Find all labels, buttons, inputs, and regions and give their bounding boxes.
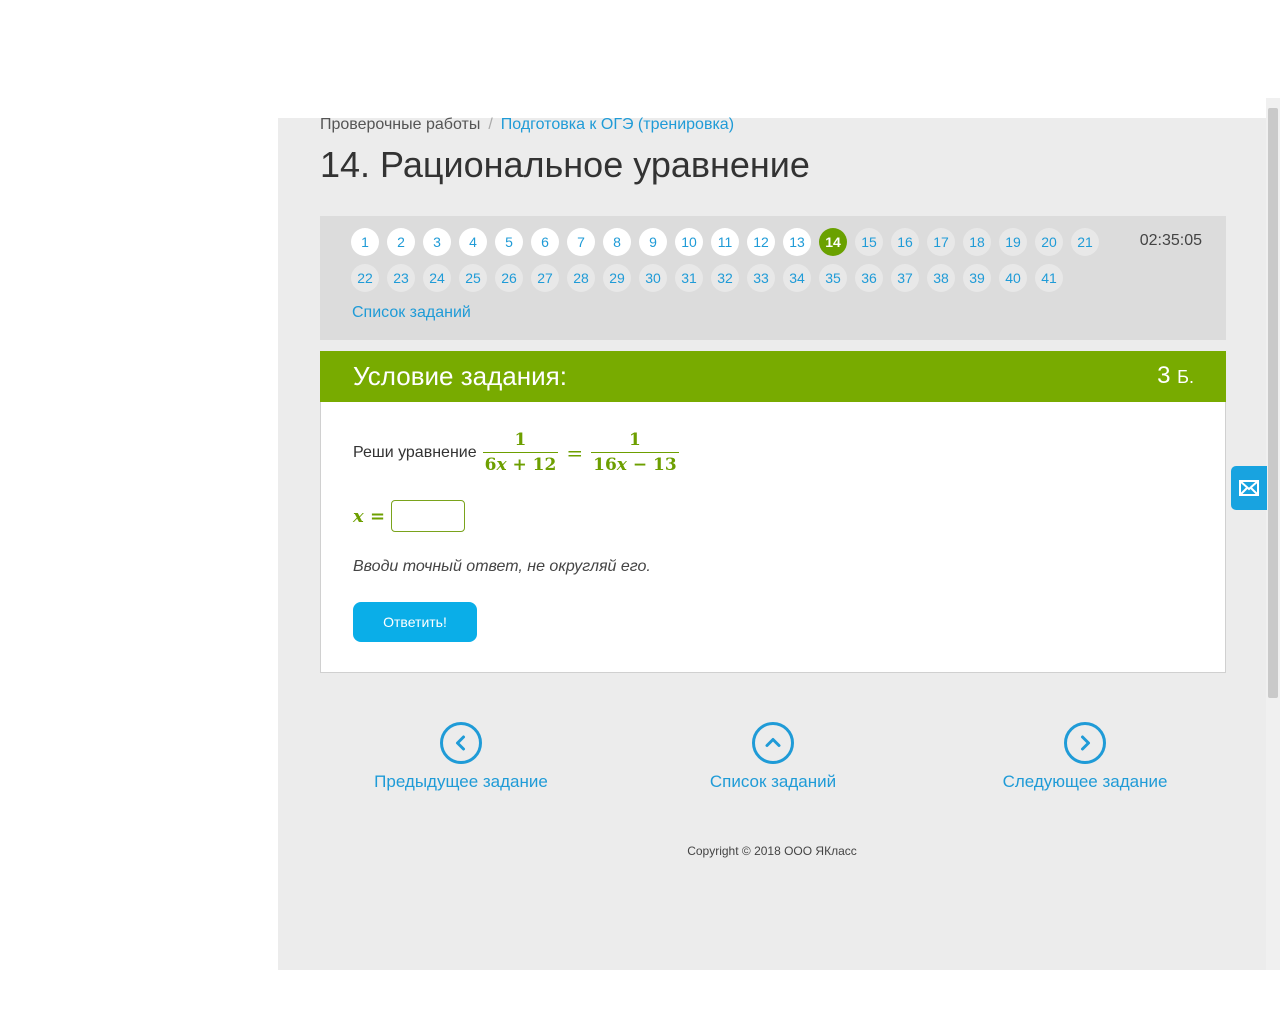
task-number-30[interactable]: 30 [639,264,667,292]
prev-task-nav[interactable]: Предыдущее задание [331,722,591,792]
page-title: 14. Рациональное уравнение [320,144,810,185]
chevron-up-circle-icon[interactable] [752,722,794,764]
task-number-20[interactable]: 20 [1035,228,1063,256]
task-number-11[interactable]: 11 [711,228,739,256]
task-number-4[interactable]: 4 [459,228,487,256]
condition-points: 3 Б. [1157,362,1194,390]
page-scrollbar[interactable] [1266,98,1280,970]
task-number-32[interactable]: 32 [711,264,739,292]
lhs-den-var: x [496,455,507,475]
task-navigation-panel: 1 2 3 4 5 6 7 8 9 10 11 12 13 14 15 16 17 18 19 20 21 22 23 24… [320,216,1226,340]
points-value: 3 [1157,362,1171,389]
envelope-icon [1239,480,1259,496]
task-number-14[interactable]: 14 [819,228,847,256]
task-number-3[interactable]: 3 [423,228,451,256]
breadcrumb-separator: / [488,116,493,133]
fraction-left-numerator: 1 [514,430,527,450]
task-number-40[interactable]: 40 [999,264,1027,292]
fraction-right: 1 16x − 13 [591,430,679,475]
fraction-left: 1 6x + 12 [482,430,559,475]
prev-task-label[interactable]: Предыдущее задание [331,772,591,792]
task-number-37[interactable]: 37 [891,264,919,292]
task-number-27[interactable]: 27 [531,264,559,292]
task-number-2[interactable]: 2 [387,228,415,256]
task-list-nav[interactable]: Список заданий [643,722,903,792]
task-number-12[interactable]: 12 [747,228,775,256]
task-number-21[interactable]: 21 [1071,228,1099,256]
equals-sign: = [566,440,584,465]
lhs-den-coef: 6 [484,455,497,475]
task-number-9[interactable]: 9 [639,228,667,256]
task-number-23[interactable]: 23 [387,264,415,292]
task-number-18[interactable]: 18 [963,228,991,256]
task-row-2: 22 23 24 25 26 27 28 29 30 31 32 33 34 35 36 37 38 39 40 41 [351,264,1063,292]
answer-row: x = [353,500,466,532]
task-number-17[interactable]: 17 [927,228,955,256]
task-number-22[interactable]: 22 [351,264,379,292]
task-number-31[interactable]: 31 [675,264,703,292]
task-number-33[interactable]: 33 [747,264,775,292]
breadcrumb-current[interactable]: Подготовка к ОГЭ (тренировка) [501,116,734,133]
rhs-den-var: x [616,455,627,475]
next-task-label[interactable]: Следующее задание [955,772,1215,792]
submit-answer-button[interactable]: Ответить! [353,602,477,642]
answer-equals: = [370,505,386,527]
fraction-left-denominator: 6x + 12 [482,452,559,475]
task-number-15[interactable]: 15 [855,228,883,256]
task-number-36[interactable]: 36 [855,264,883,292]
task-number-5[interactable]: 5 [495,228,523,256]
task-row-1: 1 2 3 4 5 6 7 8 9 10 11 12 13 14 15 16 17 18 19 20 21 [351,228,1099,256]
answer-var: x [353,505,364,527]
task-number-35[interactable]: 35 [819,264,847,292]
page-content: Проверочные работы / Подготовка к ОГЭ (тре… [278,116,1266,970]
points-unit: Б. [1177,367,1194,387]
task-number-6[interactable]: 6 [531,228,559,256]
task-number-28[interactable]: 28 [567,264,595,292]
rhs-den-coef: 16 [593,455,617,475]
task-number-1[interactable]: 1 [351,228,379,256]
answer-hint: Вводи точный ответ, не округляй его. [353,558,651,575]
task-list-link[interactable]: Список заданий [352,304,471,322]
equation-prompt: Реши уравнение [353,443,477,461]
breadcrumb: Проверочные работы / Подготовка к ОГЭ (тре… [320,116,734,134]
answer-variable-label: x = [353,506,385,527]
answer-input[interactable] [391,500,466,532]
lhs-den-const: + 12 [506,455,557,475]
scrollbar-thumb[interactable] [1268,108,1278,698]
condition-body: Реши уравнение 1 6x + 12 = 1 16x − 13 x … [320,402,1226,673]
breadcrumb-root[interactable]: Проверочные работы [320,116,480,133]
chevron-left-circle-icon[interactable] [440,722,482,764]
condition-title: Условие задания: [353,361,567,391]
task-number-7[interactable]: 7 [567,228,595,256]
task-number-26[interactable]: 26 [495,264,523,292]
next-task-nav[interactable]: Следующее задание [955,722,1215,792]
chevron-right-circle-icon[interactable] [1064,722,1106,764]
task-number-13[interactable]: 13 [783,228,811,256]
equation: Реши уравнение 1 6x + 12 = 1 16x − 13 [353,430,685,475]
task-number-19[interactable]: 19 [999,228,1027,256]
task-number-24[interactable]: 24 [423,264,451,292]
task-list-label[interactable]: Список заданий [643,772,903,792]
fraction-right-denominator: 16x − 13 [591,452,679,475]
task-number-25[interactable]: 25 [459,264,487,292]
task-number-38[interactable]: 38 [927,264,955,292]
task-number-16[interactable]: 16 [891,228,919,256]
copyright: Copyright © 2018 ООО ЯКласс [687,844,857,858]
task-number-8[interactable]: 8 [603,228,631,256]
feedback-button[interactable] [1231,466,1267,510]
condition-header: Условие задания: 3 Б. [320,351,1226,402]
task-number-39[interactable]: 39 [963,264,991,292]
fraction-right-numerator: 1 [628,430,641,450]
timer: 02:35:05 [1139,232,1202,249]
rhs-den-const: − 13 [626,455,677,475]
task-number-34[interactable]: 34 [783,264,811,292]
task-number-29[interactable]: 29 [603,264,631,292]
task-number-10[interactable]: 10 [675,228,703,256]
task-number-41[interactable]: 41 [1035,264,1063,292]
